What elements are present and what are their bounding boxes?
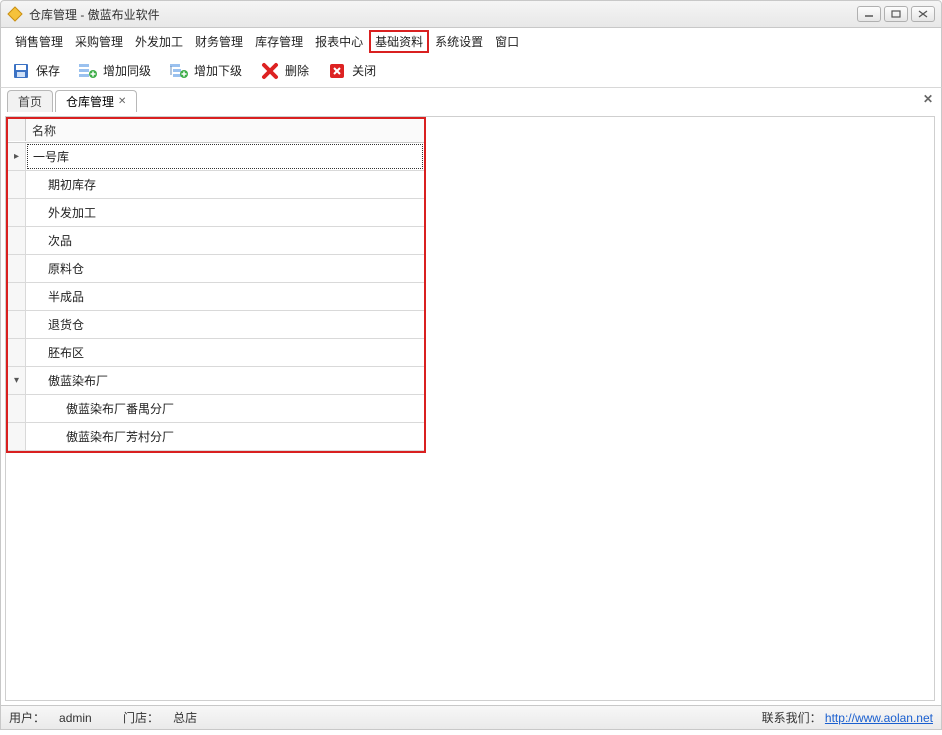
add-sibling-icon — [78, 61, 98, 81]
app-icon — [7, 6, 23, 22]
grid-container: 名称 ▸一号库期初库存外发加工次品原料仓半成品退货仓胚布区▾傲蓝染布厂傲蓝染布厂… — [5, 116, 935, 701]
toolbar: 保存 增加同级 增加下级 删除 关闭 — [0, 54, 942, 88]
menu-item[interactable]: 窗口 — [489, 30, 525, 53]
menu-item[interactable]: 财务管理 — [189, 30, 249, 53]
save-label: 保存 — [36, 62, 60, 79]
status-bar: 用户：admin 门店：总店 联系我们： http://www.aolan.ne… — [0, 706, 942, 730]
tree-row[interactable]: 傲蓝染布厂番禺分厂 — [8, 395, 424, 423]
close-icon — [327, 61, 347, 81]
status-user: 用户：admin — [9, 711, 106, 725]
tree-row[interactable]: 退货仓 — [8, 311, 424, 339]
tree-row[interactable]: 外发加工 — [8, 199, 424, 227]
status-store: 门店：总店 — [123, 711, 211, 725]
menu-item[interactable]: 基础资料 — [369, 30, 429, 53]
add-sibling-label: 增加同级 — [103, 62, 151, 79]
tree-row[interactable]: 傲蓝染布厂芳村分厂 — [8, 423, 424, 451]
save-icon — [11, 61, 31, 81]
row-gutter — [8, 339, 26, 366]
column-header-name[interactable]: 名称 — [26, 119, 424, 142]
content-area: 名称 ▸一号库期初库存外发加工次品原料仓半成品退货仓胚布区▾傲蓝染布厂傲蓝染布厂… — [0, 112, 942, 706]
tab-close-icon[interactable]: ✕ — [118, 96, 126, 107]
cell-name: 傲蓝染布厂 — [26, 367, 424, 394]
row-gutter — [8, 311, 26, 338]
row-gutter — [8, 199, 26, 226]
menu-item[interactable]: 销售管理 — [9, 30, 69, 53]
menu-item[interactable]: 报表中心 — [309, 30, 369, 53]
tree-row[interactable]: 次品 — [8, 227, 424, 255]
tabbar-close-icon[interactable]: ✕ — [923, 92, 933, 106]
row-gutter — [8, 423, 26, 450]
delete-button[interactable]: 删除 — [260, 61, 309, 81]
tab-label: 仓库管理 — [66, 93, 114, 110]
title-bar: 仓库管理 - 傲蓝布业软件 — [0, 0, 942, 28]
cell-name: 一号库 — [27, 144, 423, 169]
row-gutter — [8, 227, 26, 254]
cell-name: 期初库存 — [26, 171, 424, 198]
cell-name: 原料仓 — [26, 255, 424, 282]
cell-name: 胚布区 — [26, 339, 424, 366]
close-button[interactable] — [911, 6, 935, 22]
row-gutter — [8, 395, 26, 422]
row-gutter: ▾ — [8, 367, 26, 394]
contact-link[interactable]: http://www.aolan.net — [825, 711, 933, 725]
add-child-button[interactable]: 增加下级 — [169, 61, 242, 81]
tree-row[interactable]: 半成品 — [8, 283, 424, 311]
tree-row[interactable]: 原料仓 — [8, 255, 424, 283]
add-child-label: 增加下级 — [194, 62, 242, 79]
add-child-icon — [169, 61, 189, 81]
add-sibling-button[interactable]: 增加同级 — [78, 61, 151, 81]
delete-label: 删除 — [285, 62, 309, 79]
row-gutter — [8, 171, 26, 198]
tab-bar: 首页 仓库管理 ✕ ✕ — [0, 88, 942, 112]
menu-bar: 销售管理采购管理外发加工财务管理库存管理报表中心基础资料系统设置窗口 — [0, 28, 942, 54]
minimize-button[interactable] — [857, 6, 881, 22]
menu-item[interactable]: 库存管理 — [249, 30, 309, 53]
maximize-button[interactable] — [884, 6, 908, 22]
tree-grid[interactable]: 名称 ▸一号库期初库存外发加工次品原料仓半成品退货仓胚布区▾傲蓝染布厂傲蓝染布厂… — [6, 117, 426, 453]
cell-name: 半成品 — [26, 283, 424, 310]
status-contact: 联系我们： http://www.aolan.net — [762, 709, 933, 726]
tab[interactable]: 首页 — [7, 90, 53, 112]
save-button[interactable]: 保存 — [11, 61, 60, 81]
cell-name: 退货仓 — [26, 311, 424, 338]
menu-item[interactable]: 系统设置 — [429, 30, 489, 53]
menu-item[interactable]: 采购管理 — [69, 30, 129, 53]
tree-row[interactable]: ▾傲蓝染布厂 — [8, 367, 424, 395]
cell-name: 次品 — [26, 227, 424, 254]
close-label: 关闭 — [352, 62, 376, 79]
cell-name: 傲蓝染布厂芳村分厂 — [26, 423, 424, 450]
tab[interactable]: 仓库管理 ✕ — [55, 90, 137, 112]
row-gutter — [8, 283, 26, 310]
row-gutter — [8, 255, 26, 282]
close-tab-button[interactable]: 关闭 — [327, 61, 376, 81]
cell-name: 傲蓝染布厂番禺分厂 — [26, 395, 424, 422]
tree-row[interactable]: 期初库存 — [8, 171, 424, 199]
row-gutter: ▸ — [8, 143, 26, 170]
cell-name: 外发加工 — [26, 199, 424, 226]
tree-row[interactable]: 胚布区 — [8, 339, 424, 367]
grid-header-gutter — [8, 119, 26, 141]
menu-item[interactable]: 外发加工 — [129, 30, 189, 53]
delete-icon — [260, 61, 280, 81]
tree-row[interactable]: ▸一号库 — [8, 143, 424, 171]
tab-label: 首页 — [18, 93, 42, 110]
grid-header: 名称 — [8, 119, 424, 143]
window-title: 仓库管理 - 傲蓝布业软件 — [29, 6, 857, 23]
